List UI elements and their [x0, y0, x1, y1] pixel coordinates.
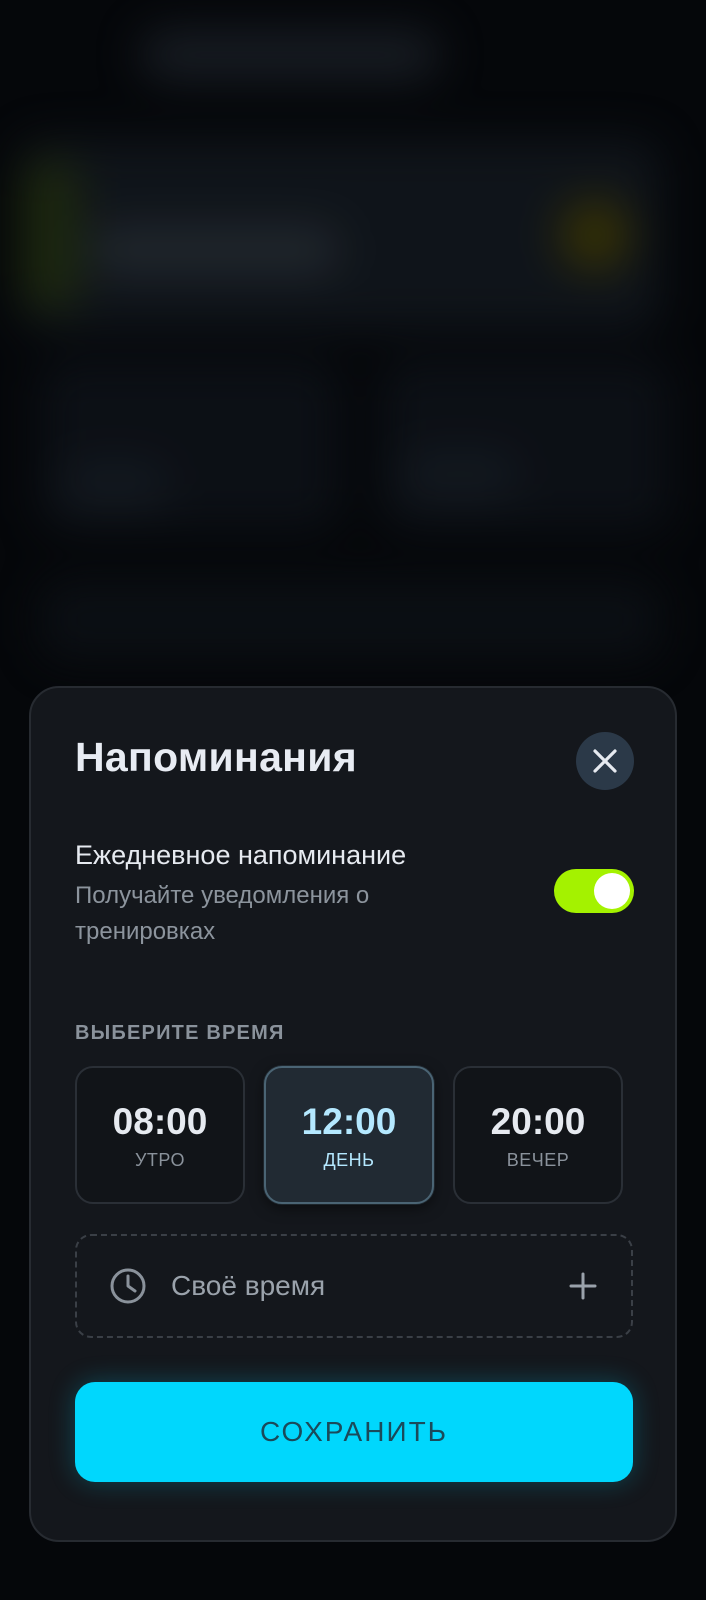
background-blob [20, 160, 80, 310]
daily-reminder-toggle[interactable] [554, 869, 634, 913]
time-value: 12:00 [301, 1101, 397, 1142]
time-option-evening[interactable]: 20:00 ВЕЧЕР [453, 1066, 623, 1204]
background-blob [380, 360, 670, 530]
background-blob [560, 200, 630, 270]
daily-reminder-label: Ежедневное напоминание [75, 840, 407, 870]
background-blob [90, 225, 340, 275]
section-label-choose-time: ВЫБЕРИТЕ ВРЕМЯ [75, 1022, 285, 1044]
time-caption: ДЕНЬ [323, 1150, 375, 1170]
time-option-morning[interactable]: 08:00 УТРО [75, 1066, 245, 1204]
sheet-title: Напоминания [75, 734, 357, 780]
time-option-day[interactable]: 12:00 ДЕНЬ [264, 1066, 434, 1204]
close-button[interactable] [576, 732, 634, 790]
custom-time-button[interactable]: Своё время [75, 1234, 633, 1338]
time-caption: УТРО [134, 1150, 186, 1170]
toggle-knob [594, 873, 630, 909]
background-blob [40, 580, 660, 660]
time-value: 08:00 [112, 1101, 208, 1142]
save-button-label: СОХРАНИТЬ [259, 1416, 449, 1447]
custom-time-label: Своё время [171, 1270, 326, 1301]
background-blob [140, 30, 440, 80]
plus-icon [569, 1272, 597, 1300]
save-button[interactable]: СОХРАНИТЬ [75, 1382, 633, 1482]
time-value: 20:00 [490, 1101, 586, 1142]
reminders-sheet: Напоминания Ежедневное напоминание Получ… [29, 686, 677, 1542]
background-blob [400, 450, 520, 500]
background-blob [60, 460, 170, 510]
daily-reminder-description: Получайте уведомления о тренировках [75, 882, 370, 945]
time-caption: ВЕЧЕР [506, 1150, 570, 1170]
clock-icon [110, 1268, 146, 1304]
close-icon [593, 749, 617, 773]
